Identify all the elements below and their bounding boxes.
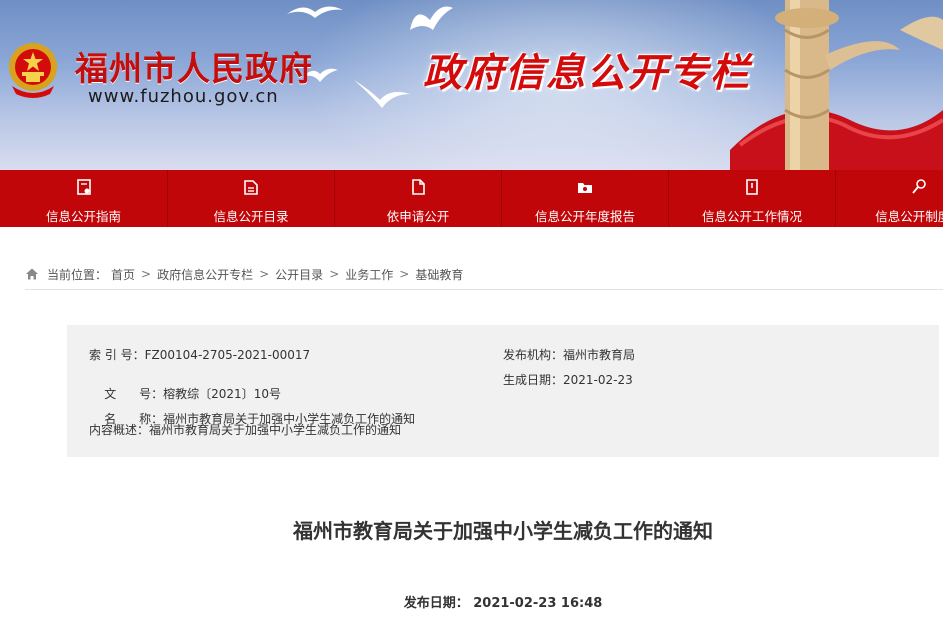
breadcrumb-separator: > <box>141 267 152 281</box>
pubdate-label: 发布日期： <box>403 596 469 611</box>
info-created: 生成日期：2021-02-23 <box>503 371 633 388</box>
info-index-value: FZ00104-2705-2021-00017 <box>144 348 311 362</box>
nav-label: 信息公开制度规 <box>875 209 943 224</box>
nav-item-guide[interactable]: 信息公开指南 <box>0 170 168 227</box>
info-publisher: 发布机构：福州市教育局 <box>503 346 635 363</box>
apply-icon <box>412 179 425 195</box>
info-summary-label: 内容概述： <box>89 423 150 437</box>
info-publisher-value: 福州市教育局 <box>563 348 636 362</box>
article-pubdate: 发布日期： 2021-02-23 16:48 <box>0 592 943 611</box>
nav-item-work[interactable]: 信息公开工作情况 <box>669 170 836 227</box>
nav-item-report[interactable]: 信息公开年度报告 <box>502 170 669 227</box>
guide-icon <box>76 179 91 195</box>
breadcrumb-prefix: 当前位置： <box>47 267 108 282</box>
huabiao-pillar-icon <box>730 0 943 170</box>
info-created-value: 2021-02-23 <box>563 373 633 387</box>
pubdate-value: 2021-02-23 16:48 <box>473 596 603 611</box>
nav-label: 信息公开工作情况 <box>701 209 802 224</box>
nav-label: 信息公开指南 <box>45 209 121 224</box>
info-index: 索 引 号：FZ00104-2705-2021-00017 <box>89 346 310 363</box>
info-index-label: 索 引 号： <box>89 348 145 362</box>
breadcrumb-link-catalog[interactable]: 公开目录 <box>275 266 323 283</box>
home-icon <box>26 268 38 280</box>
site-name[interactable]: 福州市人民政府 <box>75 42 313 90</box>
rules-icon <box>912 179 926 194</box>
catalog-icon <box>244 180 258 195</box>
breadcrumb-link-home[interactable]: 首页 <box>111 266 135 283</box>
breadcrumb-separator: > <box>329 267 340 281</box>
report-icon <box>578 183 592 193</box>
nav-label: 信息公开年度报告 <box>534 209 635 224</box>
work-icon <box>746 179 758 195</box>
breadcrumb-link-education[interactable]: 基础教育 <box>415 266 463 283</box>
seagull-icon <box>410 6 453 30</box>
info-summary-value: 福州市教育局关于加强中小学生减负工作的通知 <box>149 423 402 437</box>
info-publisher-label: 发布机构： <box>503 348 564 362</box>
info-summary: 内容概述：福州市教育局关于加强中小学生减负工作的通知 <box>89 421 401 438</box>
breadcrumb-link-column[interactable]: 政府信息公开专栏 <box>157 266 253 283</box>
seagull-icon <box>287 6 343 18</box>
column-title: 政府信息公开专栏 <box>423 51 752 96</box>
national-emblem-icon <box>9 43 57 98</box>
breadcrumb-separator: > <box>259 267 270 281</box>
breadcrumb-link-business[interactable]: 业务工作 <box>345 266 393 283</box>
nav-item-catalog[interactable]: 信息公开目录 <box>168 170 335 227</box>
info-created-label: 生成日期： <box>503 373 564 387</box>
breadcrumb: 当前位置： 首页 > 政府信息公开专栏 > 公开目录 > 业务工作 > 基础教育 <box>25 259 943 290</box>
nav-label: 信息公开目录 <box>213 209 289 224</box>
nav-item-apply[interactable]: 依申请公开 <box>335 170 502 227</box>
site-url[interactable]: www.fuzhou.gov.cn <box>88 86 279 107</box>
seagull-icon <box>354 80 410 108</box>
main-nav: 信息公开指南 信息公开目录 依申请公开 信息公开年度报告 信息公开工作情况 信息… <box>0 170 943 227</box>
header-banner: 福州市人民政府 www.fuzhou.gov.cn 政府信息公开专栏 <box>0 0 943 170</box>
article-title: 福州市教育局关于加强中小学生减负工作的通知 <box>293 519 713 543</box>
nav-label: 依申请公开 <box>386 209 450 224</box>
document-info-box: 索 引 号：FZ00104-2705-2021-00017 发布机构：福州市教育… <box>67 325 939 457</box>
breadcrumb-separator: > <box>399 267 410 281</box>
nav-item-rules[interactable]: 信息公开制度规 <box>836 170 943 227</box>
